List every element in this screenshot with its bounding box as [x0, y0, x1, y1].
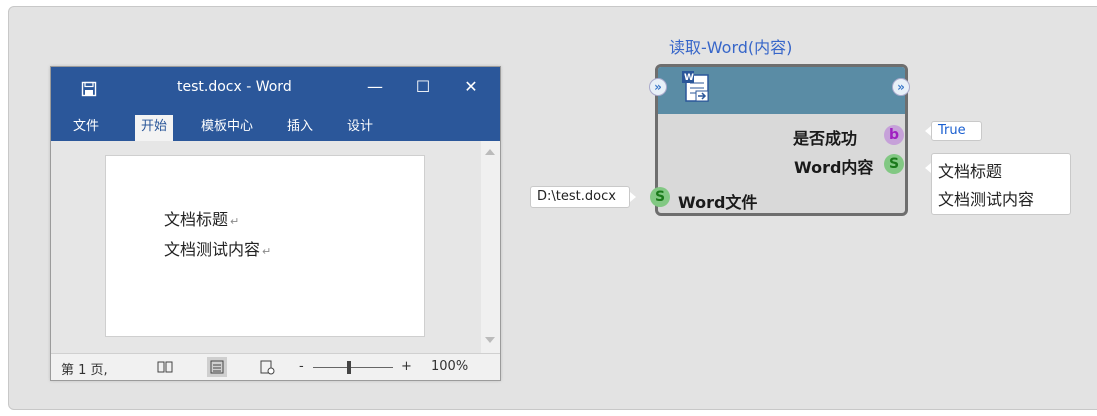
minimize-button[interactable]: —	[363, 75, 387, 99]
read-word-node[interactable]: W 是否成功 b Word内容 S Word文件	[655, 64, 908, 216]
zoom-slider-thumb[interactable]	[347, 361, 351, 374]
zoom-in-button[interactable]: +	[401, 359, 412, 374]
paragraph-mark-icon: ↵	[230, 215, 240, 228]
print-layout-icon[interactable]	[207, 357, 227, 377]
node-header[interactable]: W	[658, 67, 905, 114]
scroll-up-icon[interactable]	[485, 149, 495, 155]
paragraph-mark-icon: ↵	[262, 245, 272, 258]
output-value-content: 文档标题 文档测试内容	[931, 153, 1071, 215]
zoom-out-button[interactable]: -	[299, 359, 304, 374]
flow-out-icon[interactable]: »	[892, 78, 910, 96]
flow-in-icon[interactable]: »	[649, 78, 667, 96]
word-document-icon: W	[682, 71, 709, 102]
close-button[interactable]: ✕	[459, 75, 483, 99]
document-line: 文档测试内容 ↵	[164, 240, 272, 259]
save-icon[interactable]	[81, 81, 97, 97]
tab-home[interactable]: 开始	[135, 115, 174, 141]
tab-insert[interactable]: 插入	[281, 115, 319, 141]
document-title: test.docx - Word	[177, 79, 292, 95]
document-page[interactable]: 文档标题 ↵ 文档测试内容 ↵	[105, 155, 425, 337]
output-value-success: True	[931, 121, 982, 141]
content-line: 文档标题	[938, 162, 1003, 181]
input-value-file[interactable]: D:\test.docx	[530, 186, 630, 208]
content-line: 文档测试内容	[938, 190, 1035, 209]
document-area: 文档标题 ↵ 文档测试内容 ↵	[51, 141, 500, 353]
tab-template-center[interactable]: 模板中心	[195, 115, 259, 141]
node-title: 读取-Word(内容)	[669, 38, 793, 57]
tab-design[interactable]: 设计	[341, 115, 379, 141]
output-label-content: Word内容	[794, 158, 874, 177]
bubble-pointer	[630, 192, 636, 202]
document-line: 文档标题 ↵	[164, 210, 240, 229]
zoom-slider[interactable]	[313, 367, 393, 368]
scroll-down-icon[interactable]	[485, 337, 495, 343]
input-label-file: Word文件	[678, 193, 758, 212]
input-port-file[interactable]: S	[650, 187, 670, 207]
word-title-bar: test.docx - Word — ☐ ✕	[51, 67, 500, 111]
output-port-success[interactable]: b	[884, 125, 904, 145]
maximize-button[interactable]: ☐	[411, 75, 435, 99]
read-mode-icon[interactable]	[155, 357, 175, 377]
vertical-scrollbar[interactable]	[481, 141, 500, 353]
output-port-content[interactable]: S	[884, 154, 904, 174]
page-indicator: 第 1 页,	[61, 363, 108, 378]
svg-text:W: W	[684, 73, 694, 83]
word-window: test.docx - Word — ☐ ✕ 文件 开始 模板中心 插入 设计 …	[50, 66, 501, 381]
web-layout-icon[interactable]	[257, 357, 277, 377]
ribbon-tabs: 文件 开始 模板中心 插入 设计	[51, 111, 500, 141]
status-bar: 第 1 页, - + 100%	[51, 353, 500, 380]
tab-file[interactable]: 文件	[67, 115, 105, 141]
zoom-level[interactable]: 100%	[431, 359, 468, 374]
output-label-success: 是否成功	[793, 129, 858, 148]
